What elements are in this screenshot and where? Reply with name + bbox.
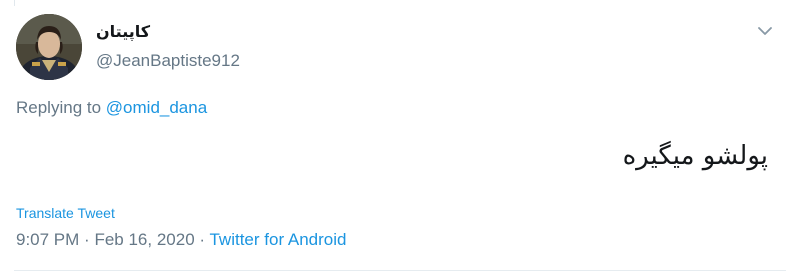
replying-to: Replying to @omid_dana bbox=[16, 98, 207, 118]
display-name[interactable]: کاپیتان bbox=[96, 22, 150, 41]
tweet-card: کاپیتان @JeanBaptiste912 Replying to @om… bbox=[0, 0, 800, 274]
mention-link[interactable]: @omid_dana bbox=[106, 98, 207, 117]
tweet-time[interactable]: 9:07 PM bbox=[16, 230, 79, 249]
replying-to-label: Replying to bbox=[16, 98, 102, 117]
translate-tweet-link[interactable]: Translate Tweet bbox=[16, 205, 115, 221]
tweet-source-link[interactable]: Twitter for Android bbox=[209, 230, 346, 249]
meta-separator: · bbox=[84, 230, 90, 249]
avatar-image bbox=[16, 14, 82, 80]
avatar[interactable] bbox=[16, 14, 82, 80]
tweet-text: پولشو میگیره bbox=[622, 141, 768, 171]
tweet-metadata: 9:07 PM · Feb 16, 2020 · Twitter for And… bbox=[16, 230, 347, 250]
meta-separator: · bbox=[199, 230, 206, 249]
chevron-down-icon[interactable] bbox=[754, 20, 776, 42]
tweet-date[interactable]: Feb 16, 2020 bbox=[94, 230, 194, 249]
user-handle[interactable]: @JeanBaptiste912 bbox=[96, 51, 240, 71]
thread-connector bbox=[14, 0, 15, 6]
divider bbox=[14, 270, 786, 271]
